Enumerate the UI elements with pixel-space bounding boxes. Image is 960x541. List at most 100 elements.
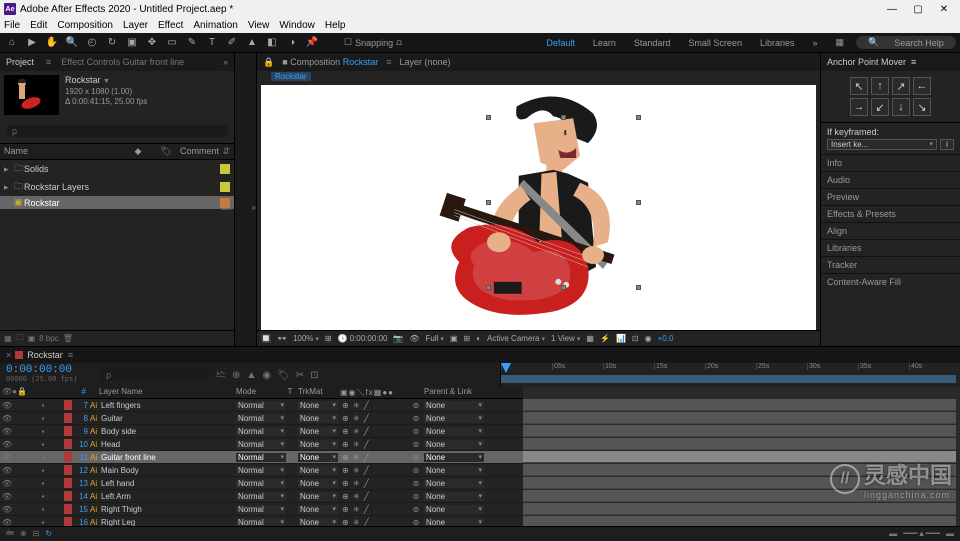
tl-foot-2[interactable]: ⊕: [20, 529, 27, 538]
menu-composition[interactable]: Composition: [57, 20, 113, 31]
hdr-mode[interactable]: Mode: [236, 387, 256, 398]
tl-zoom-out-icon[interactable]: ▬: [889, 529, 897, 538]
tab-layer[interactable]: Layer (none): [399, 57, 450, 67]
res-toggle-icon[interactable]: ⊞: [325, 334, 332, 343]
pen-tool-icon[interactable]: ✎: [184, 35, 200, 51]
hdr-parent[interactable]: Parent & Link: [424, 387, 472, 398]
panel-preview[interactable]: Preview: [821, 188, 960, 205]
view-dropdown[interactable]: 1 View ▾: [551, 334, 580, 343]
col-comment[interactable]: Comment: [180, 146, 219, 157]
ws-learn[interactable]: Learn: [587, 38, 622, 48]
tl-icon-3[interactable]: ▲: [246, 370, 256, 381]
panel-content-aware-fill[interactable]: Content-Aware Fill: [821, 273, 960, 290]
resolution-dropdown[interactable]: Full ▾: [426, 334, 444, 343]
grid-icon[interactable]: ⊞: [464, 334, 471, 343]
orbit-tool-icon[interactable]: ◴: [84, 35, 100, 51]
ws-standard[interactable]: Standard: [628, 38, 677, 48]
layer-row[interactable]: 👁▪9AiBody sideNormal▾None▾⊕ ✳ ╱⊚None▾: [0, 425, 523, 438]
menu-file[interactable]: File: [4, 20, 20, 31]
text-tool-icon[interactable]: T: [204, 35, 220, 51]
if-keyframed-select[interactable]: Insert ke... ▾: [827, 139, 937, 150]
tl-foot-4[interactable]: ↻: [45, 529, 52, 538]
tl-icon-4[interactable]: ◉: [262, 370, 271, 381]
zoom-dropdown[interactable]: 100% ▾: [293, 334, 319, 343]
time-display[interactable]: 🕒 0:00:00:00: [338, 334, 388, 343]
arrow-ne[interactable]: ↗: [892, 77, 910, 95]
current-time[interactable]: 0:00:00:00: [6, 364, 94, 376]
tl-zoom-slider[interactable]: ━━━▲━━━: [903, 529, 940, 538]
snapping-checkbox[interactable]: ☐: [344, 37, 352, 48]
bpc-button[interactable]: 8 bpc: [39, 334, 59, 343]
flowchart-comp[interactable]: Rockstar: [271, 72, 311, 81]
project-item[interactable]: ▣Rockstar: [0, 196, 234, 209]
panel-align[interactable]: Align: [821, 222, 960, 239]
new-folder-icon[interactable]: 🗀: [16, 332, 24, 346]
layer-row[interactable]: 👁▪8AiGuitarNormal▾None▾⊕ ✳ ╱⊚None▾: [0, 412, 523, 425]
ws-default[interactable]: Default: [540, 38, 581, 48]
layer-bar[interactable]: [523, 399, 956, 411]
arrow-nw[interactable]: ↖: [850, 77, 868, 95]
pixel-aspect-icon[interactable]: ▦: [586, 334, 594, 343]
roi-icon[interactable]: ▣: [450, 334, 458, 343]
timeline-tab[interactable]: Rockstar: [27, 350, 63, 360]
arrow-n[interactable]: ↑: [871, 77, 889, 95]
interpret-footage-icon[interactable]: ▦: [4, 334, 12, 343]
close-button[interactable]: ✕: [932, 4, 956, 15]
time-ruler[interactable]: 05s10s15s20s25s30s35s40s: [500, 363, 960, 387]
layer-bar[interactable]: [523, 412, 956, 424]
hand-tool-icon[interactable]: ✋: [44, 35, 60, 51]
arrow-sw[interactable]: ↙: [871, 98, 889, 116]
tl-zoom-in-icon[interactable]: ▬: [946, 529, 954, 538]
new-comp-icon[interactable]: ▣: [28, 334, 36, 343]
fast-preview-icon[interactable]: ⚡: [600, 334, 610, 343]
col-label-icon[interactable]: ◆: [124, 146, 152, 157]
asset-dropdown-icon[interactable]: ▼: [103, 78, 110, 85]
ws-more-icon[interactable]: »: [806, 38, 823, 48]
collapsed-panel[interactable]: »Br.: [235, 53, 257, 346]
magnify-icon[interactable]: 🔲: [261, 334, 271, 343]
layer-bar[interactable]: [523, 477, 956, 489]
snapshot-icon[interactable]: 📷: [393, 334, 403, 343]
ws-libraries[interactable]: Libraries: [754, 38, 801, 48]
project-item[interactable]: ▸🗀Rockstar Layers: [0, 178, 234, 196]
ws-small[interactable]: Small Screen: [682, 38, 748, 48]
tab-project[interactable]: Project: [6, 57, 34, 67]
camera-dropdown[interactable]: Active Camera ▾: [487, 334, 545, 343]
layer-row[interactable]: 👁▪14AiLeft ArmNormal▾None▾⊕ ✳ ╱⊚None▾: [0, 490, 523, 503]
panel-audio[interactable]: Audio: [821, 171, 960, 188]
flowchart-icon[interactable]: ⊡: [632, 334, 639, 343]
comp-color-swatch[interactable]: [15, 351, 23, 359]
layer-bar[interactable]: [523, 464, 956, 476]
tl-foot-1[interactable]: 🖮: [6, 527, 14, 541]
layer-bar[interactable]: [523, 438, 956, 450]
zoom-tool-icon[interactable]: 🔍: [64, 35, 80, 51]
selection-tool-icon[interactable]: ▶: [24, 35, 40, 51]
layer-row[interactable]: 👁▪15AiRight ThighNormal▾None▾⊕ ✳ ╱⊚None▾: [0, 503, 523, 516]
layer-bar[interactable]: [523, 490, 956, 502]
comp-lock-icon[interactable]: 🔒: [263, 57, 274, 68]
search-help-input[interactable]: 🔍Search Help: [856, 36, 956, 49]
menu-view[interactable]: View: [248, 20, 270, 31]
menu-animation[interactable]: Animation: [193, 20, 237, 31]
asset-thumbnail[interactable]: [4, 75, 59, 115]
puppet-tool-icon[interactable]: 📌: [304, 35, 320, 51]
tab-project-menu-icon[interactable]: ≡: [46, 57, 51, 67]
panel-libraries[interactable]: Libraries: [821, 239, 960, 256]
snapping-opts-icon[interactable]: ⩍: [396, 37, 402, 48]
tl-icon-5[interactable]: 🏷: [277, 370, 290, 381]
panel-info[interactable]: Info: [821, 154, 960, 171]
menu-window[interactable]: Window: [279, 20, 315, 31]
tab-effect-controls[interactable]: Effect Controls Guitar front line: [61, 57, 184, 67]
panel-effects-presets[interactable]: Effects & Presets: [821, 205, 960, 222]
layer-bar[interactable]: [523, 425, 956, 437]
tl-icon-6[interactable]: ✂: [296, 370, 304, 381]
arrow-s[interactable]: ↓: [892, 98, 910, 116]
col-name[interactable]: Name: [4, 146, 124, 157]
timeline-close-icon[interactable]: ×: [6, 350, 11, 360]
project-search-input[interactable]: ρ: [6, 125, 228, 137]
arrow-w[interactable]: ←: [913, 77, 931, 95]
exposure-value[interactable]: +0.0: [658, 334, 674, 343]
delete-icon[interactable]: 🗑: [63, 334, 73, 343]
if-keyframed-info[interactable]: i: [940, 139, 954, 150]
panel-tracker[interactable]: Tracker: [821, 256, 960, 273]
